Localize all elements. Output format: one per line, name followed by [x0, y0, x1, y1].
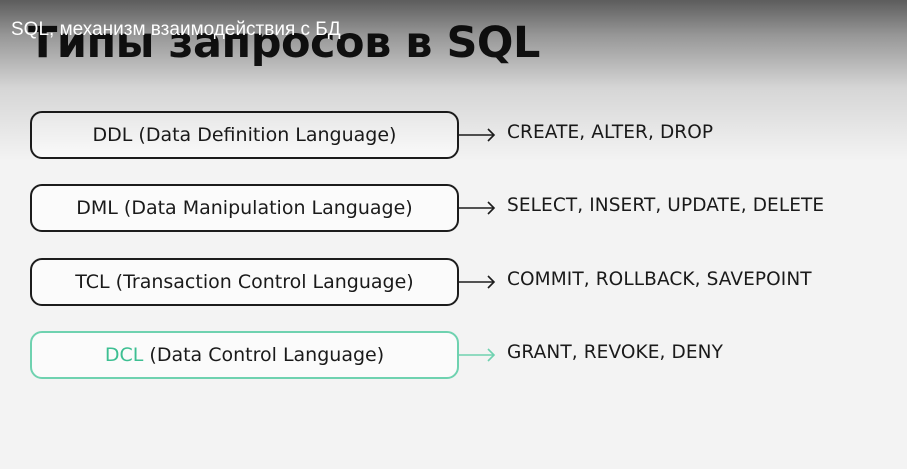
arrow-right-icon — [457, 201, 496, 215]
sql-commands: GRANT, REVOKE, DENY — [507, 342, 723, 363]
query-type-box-dml: DML (Data Manipulation Language) — [30, 184, 459, 232]
query-type-row-ddl: DDL (Data Definition Language) CREATE, A… — [30, 111, 890, 159]
query-type-abbr: DCL — [104, 344, 144, 366]
arrow-right-icon — [457, 348, 496, 362]
query-type-row-dml: DML (Data Manipulation Language) SELECT,… — [30, 184, 890, 232]
sql-commands: COMMIT, ROLLBACK, SAVEPOINT — [507, 269, 812, 290]
query-type-fullname: (Data Control Language) — [149, 344, 385, 366]
query-type-abbr: TCL — [75, 271, 110, 293]
query-type-box-tcl: TCL (Transaction Control Language) — [30, 258, 459, 306]
sql-commands: CREATE, ALTER, DROP — [507, 122, 714, 143]
sql-commands: SELECT, INSERT, UPDATE, DELETE — [507, 195, 825, 216]
query-type-fullname: (Data Definition Language) — [138, 124, 397, 146]
video-title-link[interactable]: SQL, механизм взаимодействия с БД — [11, 19, 341, 41]
query-type-abbr: DML — [76, 197, 118, 219]
query-type-row-dcl: DCL (Data Control Language) GRANT, REVOK… — [30, 331, 890, 379]
query-type-row-tcl: TCL (Transaction Control Language) COMMI… — [30, 258, 890, 306]
query-type-abbr: DDL — [92, 124, 133, 146]
query-type-box-dcl: DCL (Data Control Language) — [30, 331, 459, 379]
query-type-box-ddl: DDL (Data Definition Language) — [30, 111, 459, 159]
query-type-fullname: (Data Manipulation Language) — [123, 197, 413, 219]
arrow-right-icon — [457, 128, 496, 142]
arrow-right-icon — [457, 275, 496, 289]
video-frame[interactable]: Типы запросов в SQL DDL (Data Definition… — [0, 0, 907, 469]
query-type-fullname: (Transaction Control Language) — [115, 271, 414, 293]
